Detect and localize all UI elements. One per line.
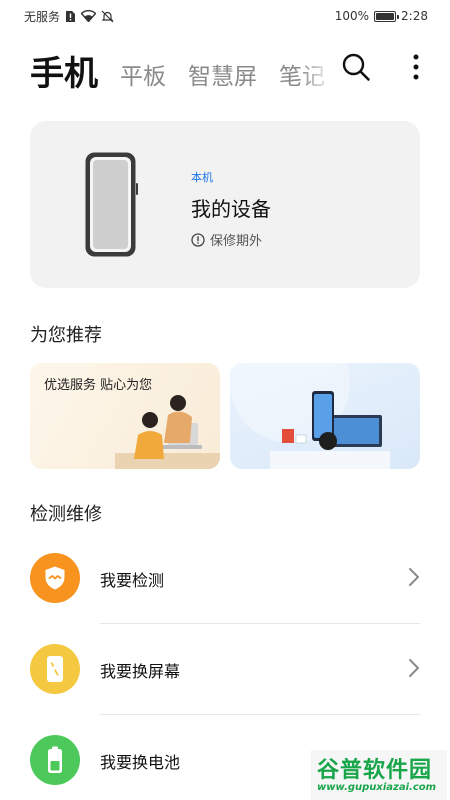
list-icon-screen [30,644,80,694]
list-label-check: 我要检测 [100,571,165,590]
list-item-screen[interactable]: 我要换屏幕 [0,644,450,734]
recommend-title: 为您推荐 [30,325,102,346]
chevron-right-icon [409,568,419,586]
more-button[interactable] [410,50,422,84]
list-icon-check [30,553,80,603]
tab-tablet[interactable]: 平板 [120,62,166,96]
device-info: 本机 我的设备 保修期外 [191,169,271,249]
search-icon [342,53,370,81]
service-promo-card[interactable]: 优选服务 贴心为您 [30,363,220,469]
tab-smart-screen[interactable]: 智慧屏 [188,62,257,96]
category-tabs: 手机 平板 智慧屏 笔记 [30,44,330,96]
tab-fade [300,44,334,96]
list-icon-battery [30,735,80,785]
info-icon [191,232,205,247]
mute-bell-icon [101,10,114,22]
warranty-text: 保修期外 [210,234,263,249]
list-label-battery: 我要换电池 [100,753,181,772]
service-people-illustration [115,395,220,469]
battery-icon [374,10,400,22]
devices-illustration [230,363,390,469]
watermark: 谷普软件园 www.gupuxiazai.com [311,750,447,800]
warranty-status: 保修期外 [191,230,271,249]
status-bar: 无服务 100% 2:28 [0,0,450,32]
sim-alert-icon [66,10,76,22]
search-button[interactable] [340,50,372,84]
watermark-title: 谷普软件园 [317,758,433,783]
battery-percent: 100% [334,9,370,23]
device-tag: 本机 [191,171,213,184]
phone-image [85,152,138,257]
list-item-check[interactable]: 我要检测 [0,553,450,643]
status-left: 无服务 [24,8,114,25]
watermark-url: www.gupuxiazai.com [317,782,437,793]
clock: 2:28 [401,9,428,23]
carrier-text: 无服务 [24,9,61,24]
product-promo-card[interactable] [230,363,420,469]
phone-screen-icon [47,656,63,682]
device-name: 我的设备 [191,197,271,221]
battery-fill [376,12,395,20]
top-actions [340,50,422,84]
chevron-right-icon [409,659,419,677]
divider [100,623,420,624]
divider [100,714,420,715]
battery-icon [48,746,62,773]
status-right: 100% 2:28 [335,9,428,23]
list-label-screen: 我要换屏幕 [100,662,181,681]
wifi-icon [81,10,97,22]
my-device-card[interactable]: 本机 我的设备 保修期外 [30,121,420,288]
repair-title: 检测维修 [30,504,102,525]
shield-check-icon [45,566,65,590]
more-vertical-icon [413,54,419,80]
tab-phone[interactable]: 手机 [30,54,98,96]
